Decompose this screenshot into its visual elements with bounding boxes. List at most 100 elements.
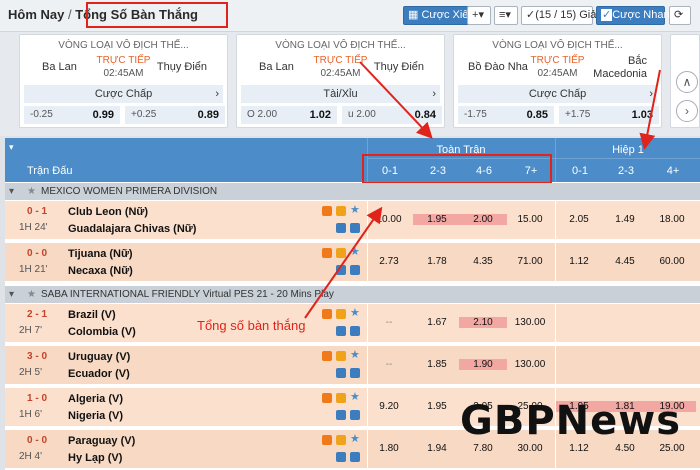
card-odds-away[interactable]: +1.75 1.03 [559, 106, 659, 124]
sort-button[interactable]: ≡▾ [494, 6, 518, 25]
odds-half-cell[interactable]: 60.00 [648, 256, 696, 267]
chart-icon[interactable] [350, 452, 360, 462]
stats-grid-icon[interactable] [336, 206, 346, 216]
live-video-icon[interactable] [322, 248, 332, 258]
odds-half-cell[interactable]: 1.49 [601, 214, 649, 225]
star-icon[interactable]: ★ [27, 183, 36, 200]
odds-full-cell[interactable]: 9.20 [365, 401, 413, 412]
home-team[interactable]: Uruguay (V) [68, 351, 130, 363]
chart-icon[interactable] [350, 265, 360, 275]
odds-full-cell[interactable]: 1.67 [413, 317, 461, 328]
odds-half-cell[interactable]: 1.12 [555, 443, 603, 454]
match-row[interactable]: 0 - 1 1H 24' Club Leon (Nữ) Guadalajara Chi… [5, 201, 700, 241]
league-header[interactable]: ▾ ★ MEXICO WOMEN PRIMERA DIVISION [5, 183, 700, 200]
league-count-button[interactable]: ✓(15 / 15) Giải [521, 6, 599, 25]
odds-full-cell[interactable]: 2.73 [365, 256, 413, 267]
away-team[interactable]: Necaxa (Nữ) [68, 265, 133, 277]
star-icon[interactable]: ★ [350, 247, 360, 258]
league-header[interactable]: ▾ ★ SABA INTERNATIONAL FRIENDLY Virtual PE… [5, 286, 700, 303]
home-team[interactable]: Brazil (V) [68, 309, 116, 321]
info-icon[interactable] [336, 452, 346, 462]
live-video-icon[interactable] [322, 393, 332, 403]
info-icon[interactable] [336, 265, 346, 275]
live-video-icon[interactable] [322, 351, 332, 361]
card-market[interactable]: Cược Chấp › [24, 85, 223, 103]
collapse-icon[interactable]: ▾ [9, 183, 14, 200]
info-icon[interactable] [336, 368, 346, 378]
card-market[interactable]: Cược Chấp › [458, 85, 657, 103]
card-odds-away[interactable]: +0.25 0.89 [125, 106, 225, 124]
info-icon[interactable] [336, 326, 346, 336]
odds-full-cell[interactable]: 1.85 [413, 359, 461, 370]
card-market[interactable]: Tài/Xỉu › [241, 85, 440, 103]
card-odds-under[interactable]: u 2.00 0.84 [342, 106, 442, 124]
card-odds-home[interactable]: -0.25 0.99 [24, 106, 120, 124]
odds-full-cell[interactable]: 4.35 [459, 256, 507, 267]
refresh-button[interactable]: ⟳ [669, 6, 691, 25]
star-icon[interactable]: ★ [27, 286, 36, 303]
collapse-icon[interactable]: ▾ [9, 286, 14, 303]
away-team[interactable]: Guadalajara Chivas (Nữ) [68, 223, 196, 235]
stats-grid-icon[interactable] [336, 351, 346, 361]
featured-card-3[interactable]: VÒNG LOẠI VÔ ĐỊCH THẾ... Bồ Đào Nha TRỰC… [453, 34, 662, 128]
star-icon[interactable]: ★ [350, 350, 360, 361]
info-icon[interactable] [336, 410, 346, 420]
odds-full-cell[interactable]: 7.80 [459, 443, 507, 454]
odds-full-cell[interactable]: 2.00 [459, 214, 507, 225]
odds-half-cell[interactable]: 2.05 [555, 214, 603, 225]
star-icon[interactable]: ★ [350, 308, 360, 319]
odds-full-cell[interactable]: 30.00 [506, 443, 554, 454]
odds-full-cell[interactable]: 10.00 [365, 214, 413, 225]
odds-full-cell[interactable]: 1.95 [413, 214, 461, 225]
odds-half-cell[interactable]: 25.00 [648, 443, 696, 454]
stats-grid-icon[interactable] [336, 435, 346, 445]
home-team[interactable]: Paraguay (V) [68, 435, 135, 447]
odds-full-cell[interactable]: 130.00 [506, 359, 554, 370]
chart-icon[interactable] [350, 223, 360, 233]
featured-card-2[interactable]: VÒNG LOẠI VÔ ĐỊCH THẾ... Ba Lan TRỰC TIẾ… [236, 34, 445, 128]
away-team[interactable]: Colombia (V) [68, 326, 136, 338]
odds-full-cell[interactable]: 71.00 [506, 256, 554, 267]
odds-half-cell[interactable]: 18.00 [648, 214, 696, 225]
stats-grid-icon[interactable] [336, 393, 346, 403]
match-row[interactable]: 2 - 1 2H 7' Brazil (V) Colombia (V) ★ -- 1.67 2… [5, 304, 700, 344]
stats-grid-icon[interactable] [336, 309, 346, 319]
featured-card-1[interactable]: VÒNG LOẠI VÔ ĐỊCH THẾ... Ba Lan TRỰC TIẾ… [19, 34, 228, 128]
odds-full-cell[interactable]: 130.00 [506, 317, 554, 328]
collapse-icon[interactable]: ▾ [9, 142, 14, 153]
away-team[interactable]: Hy Lạp (V) [68, 452, 122, 464]
odds-half-cell[interactable]: 4.45 [601, 256, 649, 267]
away-team[interactable]: Ecuador (V) [68, 368, 130, 380]
carousel-next-button[interactable]: › [676, 100, 698, 122]
match-row[interactable]: 3 - 0 2H 5' Uruguay (V) Ecuador (V) ★ -- 1.85 1… [5, 346, 700, 386]
odds-full-cell[interactable]: 1.94 [413, 443, 461, 454]
odds-full-cell[interactable]: 2.10 [459, 317, 507, 328]
odds-full-cell[interactable]: 1.78 [413, 256, 461, 267]
home-team[interactable]: Algeria (V) [68, 393, 123, 405]
star-icon[interactable]: ★ [350, 434, 360, 445]
odds-half-cell[interactable]: 1.12 [555, 256, 603, 267]
add-button[interactable]: +▾ [467, 6, 491, 25]
carousel-prev-button[interactable]: ∧ [676, 71, 698, 93]
card-odds-over[interactable]: O 2.00 1.02 [241, 106, 337, 124]
odds-full-cell[interactable]: 1.90 [459, 359, 507, 370]
card-odds-home[interactable]: -1.75 0.85 [458, 106, 554, 124]
stats-grid-icon[interactable] [336, 248, 346, 258]
odds-full-cell[interactable]: 1.95 [413, 401, 461, 412]
odds-half-cell[interactable]: 4.50 [601, 443, 649, 454]
live-video-icon[interactable] [322, 309, 332, 319]
live-video-icon[interactable] [322, 206, 332, 216]
chart-icon[interactable] [350, 368, 360, 378]
star-icon[interactable]: ★ [350, 205, 360, 216]
info-icon[interactable] [336, 223, 346, 233]
quick-bet-toggle[interactable]: ✓Cược Nhanh [596, 6, 676, 25]
live-video-icon[interactable] [322, 435, 332, 445]
home-team[interactable]: Club Leon (Nữ) [68, 206, 148, 218]
breadcrumb-home[interactable]: Hôm Nay [8, 7, 64, 22]
star-icon[interactable]: ★ [350, 392, 360, 403]
match-row[interactable]: 0 - 0 1H 21' Tijuana (Nữ) Necaxa (Nữ) ★ 2.73 1… [5, 243, 700, 283]
chart-icon[interactable] [350, 410, 360, 420]
odds-full-cell[interactable]: 1.80 [365, 443, 413, 454]
odds-full-cell[interactable]: -- [365, 359, 413, 370]
odds-full-cell[interactable]: 15.00 [506, 214, 554, 225]
